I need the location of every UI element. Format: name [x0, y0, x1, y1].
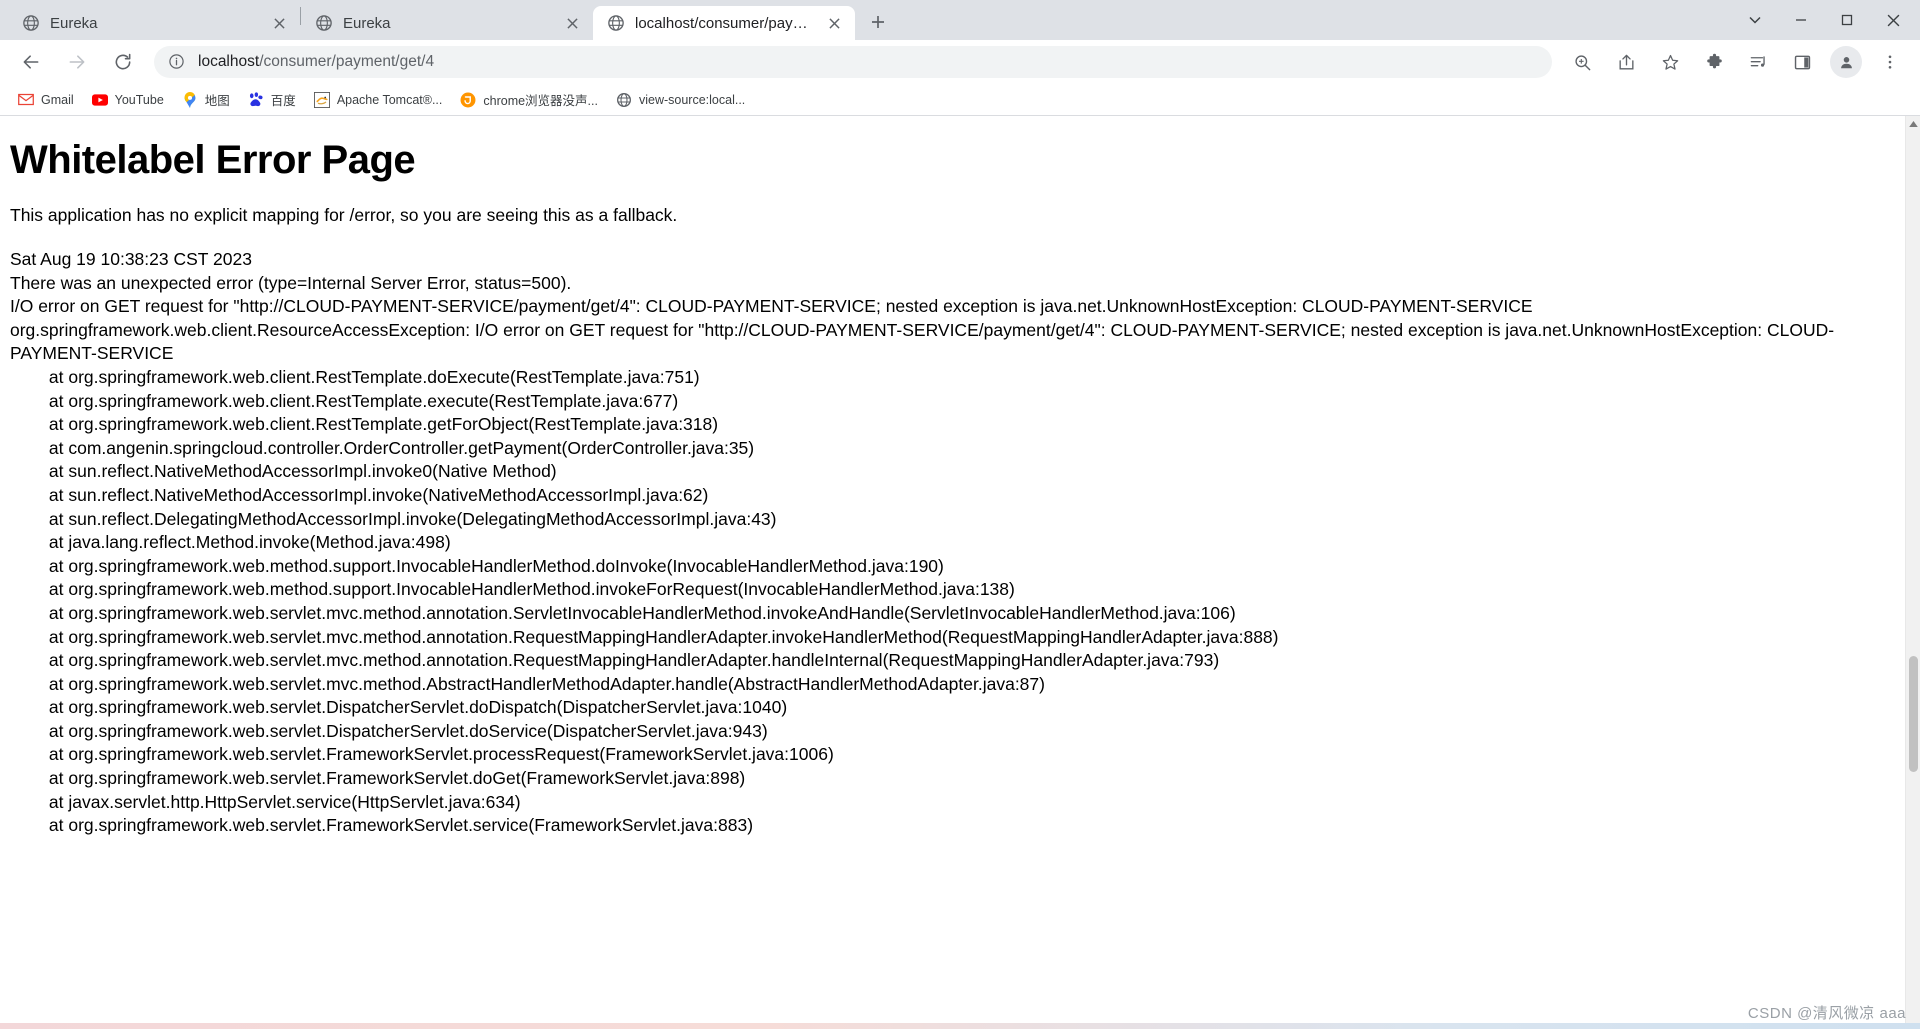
site-info-icon[interactable] [168, 53, 186, 71]
extensions-puzzle-icon[interactable] [1698, 46, 1730, 78]
globe-icon [22, 14, 40, 32]
error-trace-block: Sat Aug 19 10:38:23 CST 2023 There was a… [10, 249, 1835, 836]
globe-icon [315, 14, 333, 32]
tab-strip: Eureka Eureka localhost/consumer/payment… [0, 0, 1920, 40]
tab-close-button[interactable] [823, 12, 845, 34]
tomcat-icon [313, 91, 330, 108]
tab-title: Eureka [50, 14, 98, 32]
window-maximize-button[interactable] [1824, 0, 1870, 40]
baidu-icon [248, 91, 264, 108]
bookmark-apache-tomcat[interactable]: Apache Tomcat®... [306, 90, 451, 110]
profile-avatar-icon[interactable] [1830, 46, 1862, 78]
scrollbar-thumb[interactable] [1909, 656, 1918, 772]
address-bar[interactable]: localhost/consumer/payment/get/4 [154, 46, 1552, 78]
browser-tab-1[interactable]: Eureka [8, 6, 300, 40]
bookmarks-bar: Gmail YouTube 地图 百度 Apache Tomcat®... ch… [0, 84, 1920, 116]
tab-search-chevron-icon[interactable] [1732, 0, 1778, 40]
bookmark-view-source[interactable]: view-source:local... [608, 90, 753, 110]
url-path: /consumer/payment/get/4 [259, 53, 435, 70]
chrome-menu-icon[interactable] [1874, 46, 1906, 78]
media-playlist-icon[interactable] [1742, 46, 1774, 78]
window-close-button[interactable] [1870, 0, 1916, 40]
bookmark-label: Apache Tomcat®... [336, 92, 443, 107]
tab-title: Eureka [343, 14, 391, 32]
bookmark-label: YouTube [114, 92, 164, 107]
share-icon[interactable] [1610, 46, 1642, 78]
page-viewport: Whitelabel Error Page This application h… [0, 116, 1920, 1029]
google-maps-pin-icon [182, 91, 198, 108]
bookmark-star-icon[interactable] [1654, 46, 1686, 78]
reload-button[interactable] [106, 45, 140, 79]
bookmark-label: view-source:local... [638, 92, 746, 107]
browser-tab-3-active[interactable]: localhost/consumer/payment/ [593, 6, 855, 40]
gmail-icon [18, 92, 34, 108]
tab-close-button[interactable] [268, 12, 290, 34]
new-tab-button[interactable] [863, 7, 893, 37]
tab-close-button[interactable] [561, 12, 583, 34]
bookmark-label: chrome浏览器没声... [483, 94, 598, 108]
forward-button[interactable] [60, 45, 94, 79]
page-scrollbar[interactable] [1905, 116, 1920, 1029]
back-button[interactable] [14, 45, 48, 79]
taskbar-edge [0, 1023, 1920, 1029]
url-host: localhost [198, 53, 260, 70]
bookmark-chrome-no-sound[interactable]: chrome浏览器没声... [452, 88, 606, 111]
tab-title: localhost/consumer/payment/ [635, 14, 817, 32]
bookmark-baidu[interactable]: 百度 [240, 88, 304, 111]
browser-tab-2[interactable]: Eureka [301, 6, 593, 40]
browser-window: Eureka Eureka localhost/consumer/payment… [0, 0, 1920, 1029]
whitelabel-error-page: Whitelabel Error Page This application h… [0, 116, 1905, 1029]
scrollbar-up-arrow[interactable] [1906, 116, 1920, 131]
side-panel-icon[interactable] [1786, 46, 1818, 78]
window-minimize-button[interactable] [1778, 0, 1824, 40]
youtube-icon [91, 92, 108, 108]
zoom-icon[interactable] [1566, 46, 1598, 78]
address-bar-url: localhost/consumer/payment/get/4 [198, 53, 434, 71]
page-intro-text: This application has no explicit mapping… [10, 205, 678, 225]
toolbar-icon-group [1560, 46, 1912, 78]
globe-icon [607, 14, 625, 32]
window-controls [1732, 0, 1920, 40]
bookmark-label: Gmail [41, 92, 74, 107]
bookmark-gmail[interactable]: Gmail [10, 90, 82, 110]
bookmark-label: 地图 [204, 94, 230, 108]
page-title: Whitelabel Error Page [10, 138, 416, 182]
bookmark-label: 百度 [270, 94, 296, 108]
orange-circle-icon [460, 92, 476, 108]
bookmark-youtube[interactable]: YouTube [84, 90, 172, 110]
browser-toolbar: localhost/consumer/payment/get/4 [0, 40, 1920, 84]
bookmark-maps[interactable]: 地图 [174, 88, 238, 111]
globe-icon [616, 92, 632, 108]
